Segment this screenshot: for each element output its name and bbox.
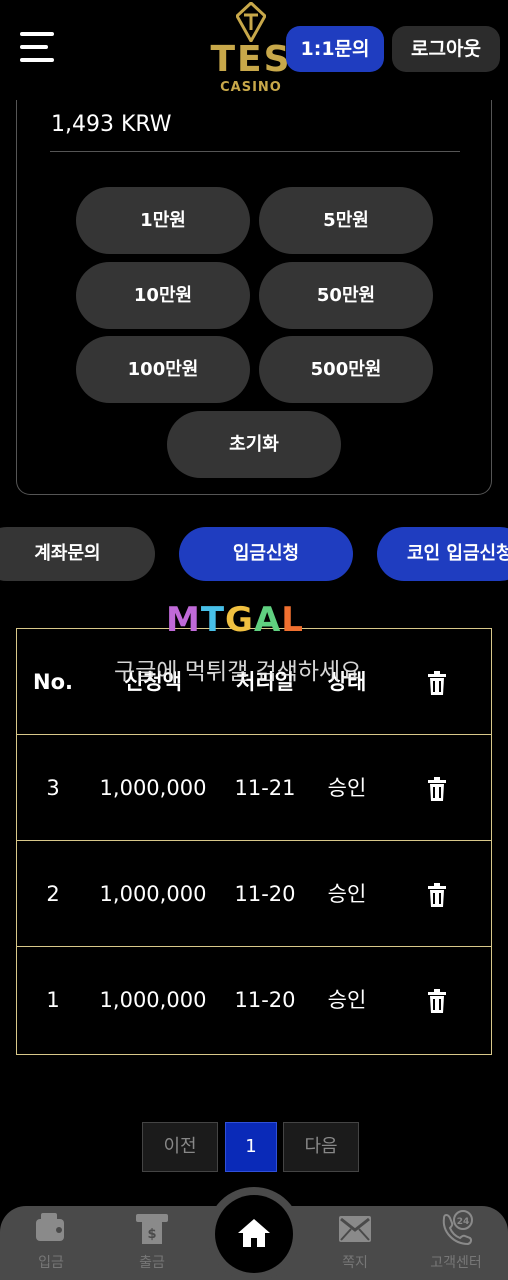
nav-label: 출금 (139, 1255, 165, 1271)
trash-icon (428, 883, 446, 907)
row-no: 3 (46, 776, 60, 800)
delete-row-button[interactable] (411, 947, 463, 1053)
trash-icon (428, 777, 446, 801)
quick-amount-button[interactable]: 500만원 (259, 336, 433, 403)
row-date: 11-20 (234, 882, 296, 906)
inquiry-button[interactable]: 1:1문의 (286, 26, 384, 72)
home-icon (238, 1219, 270, 1247)
input-underline (50, 151, 460, 152)
deposit-amount-panel: 1,493 KRW 1만원 5만원 10만원 50만원 100만원 500만원 … (16, 100, 492, 495)
nav-label: 입금 (38, 1255, 64, 1271)
nav-label: 고객센터 (430, 1255, 482, 1271)
svg-text:$: $ (147, 1227, 156, 1242)
delete-row-button[interactable] (411, 735, 463, 841)
watermark-text: 구글에 먹튀갤 검색하세요 (114, 659, 362, 685)
menu-icon[interactable] (20, 32, 54, 62)
quick-amount-button[interactable]: 100만원 (76, 336, 250, 403)
row-amount: 1,000,000 (99, 882, 207, 906)
table-row: 2 1,000,000 11-20 승인 (17, 841, 491, 947)
home-button[interactable] (215, 1195, 293, 1273)
quick-amount-button[interactable]: 5만원 (259, 187, 433, 254)
watermark-logo: MTGAL (166, 600, 304, 640)
logo-subtitle: CASINO (220, 80, 282, 95)
pagination-page-button[interactable]: 1 (225, 1122, 277, 1172)
quick-amount-button[interactable]: 10만원 (76, 262, 250, 329)
row-status: 승인 (327, 776, 367, 800)
row-date: 11-21 (234, 776, 296, 800)
tab-deposit-request[interactable]: 입금신청 (179, 527, 353, 581)
app-header: TES CASINO 1:1문의 로그아웃 (0, 0, 508, 100)
mail-icon (339, 1216, 371, 1242)
nav-deposit[interactable]: 입금 (11, 1206, 91, 1280)
trash-icon (428, 671, 446, 695)
row-status: 승인 (327, 988, 367, 1012)
wallet-icon (36, 1213, 64, 1241)
delete-row-button[interactable] (411, 841, 463, 947)
row-date: 11-20 (234, 988, 296, 1012)
table-row: 1 1,000,000 11-20 승인 (17, 947, 491, 1053)
support-24-icon: 24 (442, 1210, 473, 1246)
quick-amount-button[interactable]: 1만원 (76, 187, 250, 254)
logo-emblem-icon (236, 2, 266, 42)
row-no: 1 (46, 988, 60, 1012)
nav-messages[interactable]: 쪽지 (315, 1206, 395, 1280)
row-status: 승인 (327, 882, 367, 906)
atm-icon: $ (136, 1214, 168, 1244)
delete-all-button[interactable] (411, 629, 463, 735)
row-amount: 1,000,000 (99, 988, 207, 1012)
deposit-amount-input[interactable]: 1,493 KRW (51, 112, 172, 137)
nav-withdraw[interactable]: $ 출금 (112, 1206, 192, 1280)
nav-customer-center[interactable]: 24 고객센터 (416, 1206, 496, 1280)
svg-text:24: 24 (457, 1217, 470, 1227)
reset-button[interactable]: 초기화 (167, 411, 341, 478)
pagination-prev-button[interactable]: 이전 (142, 1122, 218, 1172)
deposit-history-table: No. 신청액 처리일 상태 3 1,000,000 11-21 승인 2 1,… (16, 628, 492, 1055)
tab-account-inquiry[interactable]: 계좌문의 (0, 527, 155, 581)
row-amount: 1,000,000 (99, 776, 207, 800)
row-no: 2 (46, 882, 60, 906)
pagination-next-button[interactable]: 다음 (283, 1122, 359, 1172)
nav-label: 쪽지 (342, 1255, 368, 1271)
table-row: 3 1,000,000 11-21 승인 (17, 735, 491, 841)
logout-button[interactable]: 로그아웃 (392, 26, 500, 72)
tab-coin-deposit-request[interactable]: 코인 입금신청 (377, 527, 508, 581)
trash-icon (428, 989, 446, 1013)
quick-amount-button[interactable]: 50만원 (259, 262, 433, 329)
column-header-no: No. (33, 670, 73, 694)
